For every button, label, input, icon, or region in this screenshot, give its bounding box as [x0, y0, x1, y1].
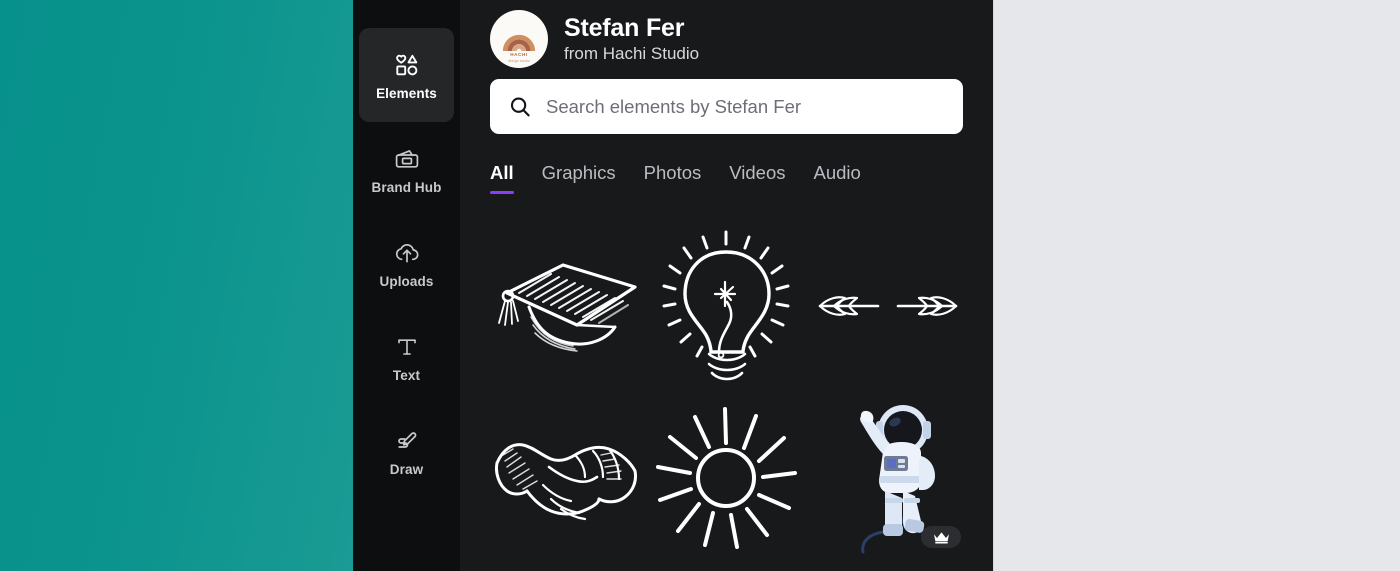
search-icon — [508, 95, 532, 119]
search-input[interactable] — [546, 95, 945, 118]
result-graduation-cap[interactable] — [488, 226, 642, 386]
sidebar-item-elements-label: Elements — [376, 85, 437, 101]
tab-graphics-label: Graphics — [541, 162, 616, 183]
sidebar-item-elements[interactable]: Elements — [359, 28, 454, 122]
tab-videos-label: Videos — [729, 162, 786, 183]
text-icon — [392, 332, 422, 362]
sidebar-item-draw[interactable]: Draw — [359, 404, 454, 498]
sidebar-item-uploads[interactable]: Uploads — [359, 216, 454, 310]
creator-name: Stefan Fer — [564, 13, 685, 42]
sidebar-item-text[interactable]: Text — [359, 310, 454, 404]
uploads-icon — [392, 238, 422, 268]
handshake-icon — [489, 425, 641, 531]
crown-icon — [933, 531, 950, 544]
results-scroll-area[interactable] — [460, 226, 993, 571]
result-double-arrow-divider[interactable] — [811, 226, 965, 386]
panel-header: HACHI design studio Stefan Fer from Hach… — [460, 0, 993, 70]
sidebar-item-text-label: Text — [392, 367, 421, 383]
avatar-brand-subtext: design studio — [507, 59, 531, 63]
rail-items: Elements Brand Hub Uploads Text Draw — [353, 0, 460, 498]
tab-videos[interactable]: Videos — [729, 162, 785, 194]
tab-all[interactable]: All — [490, 162, 514, 194]
elements-panel: HACHI design studio Stefan Fer from Hach… — [460, 0, 993, 571]
design-canvas-area[interactable] — [993, 0, 1400, 571]
sidebar-item-uploads-label: Uploads — [379, 273, 434, 289]
sidebar-item-brand-hub-label: Brand Hub — [371, 179, 442, 195]
result-sun[interactable] — [650, 398, 804, 558]
tab-audio-label: Audio — [813, 162, 861, 183]
creator-header: HACHI design studio Stefan Fer from Hach… — [490, 8, 963, 70]
sidebar-item-brand-hub[interactable]: Brand Hub — [359, 122, 454, 216]
tab-graphics[interactable]: Graphics — [542, 162, 616, 194]
sidebar-item-design[interactable] — [359, 0, 454, 28]
tab-all-label: All — [490, 162, 514, 183]
tab-photos[interactable]: Photos — [644, 162, 702, 194]
creator-text: Stefan Fer from Hachi Studio — [564, 14, 699, 64]
result-handshake[interactable] — [488, 398, 642, 558]
search-wrapper — [460, 79, 993, 134]
brand-hub-icon — [392, 144, 422, 174]
sidebar-item-draw-label: Draw — [389, 461, 424, 477]
tab-photos-label: Photos — [643, 162, 702, 183]
app-sidebar-rail: Elements Brand Hub Uploads Text Draw — [353, 0, 460, 571]
sun-icon — [653, 405, 799, 551]
lightbulb-icon — [659, 228, 793, 384]
double-arrow-icon — [812, 284, 964, 328]
avatar: HACHI design studio — [490, 10, 548, 68]
elements-icon — [392, 50, 422, 80]
search-box[interactable] — [490, 79, 963, 134]
design-canvas-bleed — [0, 0, 353, 571]
content-type-tabs: All Graphics Photos Videos Audio — [460, 150, 993, 194]
creator-attribution: from Hachi Studio — [564, 43, 700, 63]
result-astronaut[interactable] — [811, 398, 965, 558]
editor-window: Elements Brand Hub Uploads Text Draw HAC… — [0, 0, 1400, 571]
hachi-rainbow-logo-icon — [502, 26, 536, 52]
avatar-brand-text: HACHI — [510, 52, 528, 57]
draw-icon — [392, 426, 422, 456]
graduation-cap-icon — [489, 247, 641, 365]
results-grid — [460, 226, 993, 571]
tab-audio[interactable]: Audio — [814, 162, 861, 194]
premium-badge — [921, 526, 961, 548]
result-lightbulb[interactable] — [650, 226, 804, 386]
